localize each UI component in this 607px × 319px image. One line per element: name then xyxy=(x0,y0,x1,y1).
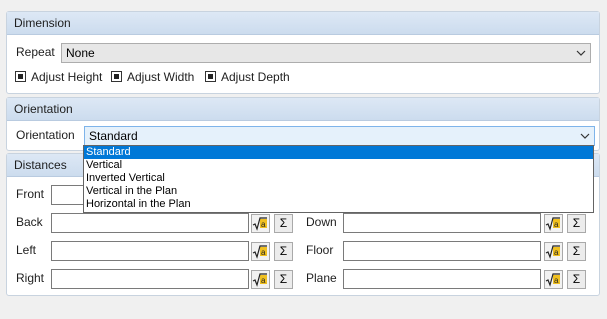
svg-text:a: a xyxy=(554,276,559,285)
orientation-option[interactable]: Vertical in the Plan xyxy=(84,185,593,198)
adjust-width-label: Adjust Width xyxy=(127,70,195,84)
floor-sum-button[interactable]: Σ xyxy=(567,242,586,261)
checkbox-icon xyxy=(205,71,216,82)
formula-sqrt-a-icon: a xyxy=(545,245,560,259)
checkbox-icon xyxy=(111,71,122,82)
down-formula-button[interactable]: a xyxy=(544,214,563,233)
back-formula-button[interactable]: a xyxy=(251,214,270,233)
orientation-dropdown-list: Standard Vertical Inverted Vertical Vert… xyxy=(83,145,594,213)
right-sum-button[interactable]: Σ xyxy=(274,270,293,289)
dimension-panel: Dimension Repeat None Adjust Height Adju… xyxy=(6,11,600,94)
front-label: Front xyxy=(16,187,45,201)
floor-label: Floor xyxy=(306,243,334,257)
svg-text:a: a xyxy=(261,248,266,257)
orientation-header: Orientation xyxy=(7,98,599,121)
orientation-option[interactable]: Standard xyxy=(84,146,593,159)
repeat-value: None xyxy=(66,46,95,60)
orientation-option[interactable]: Inverted Vertical xyxy=(84,172,593,185)
orientation-value: Standard xyxy=(89,129,138,143)
formula-sqrt-a-icon: a xyxy=(545,217,560,231)
plane-formula-button[interactable]: a xyxy=(544,270,563,289)
left-sum-button[interactable]: Σ xyxy=(274,242,293,261)
right-input[interactable] xyxy=(51,269,249,289)
repeat-label: Repeat xyxy=(16,45,55,59)
orientation-select[interactable]: Standard xyxy=(84,126,595,146)
orientation-label: Orientation xyxy=(16,128,75,142)
repeat-select[interactable]: None xyxy=(61,43,591,63)
plane-input[interactable] xyxy=(343,269,541,289)
svg-text:a: a xyxy=(261,276,266,285)
chevron-down-icon xyxy=(576,50,586,56)
down-input[interactable] xyxy=(343,213,541,233)
chevron-down-icon xyxy=(580,133,590,139)
floor-formula-button[interactable]: a xyxy=(544,242,563,261)
left-label: Left xyxy=(16,243,37,257)
svg-text:a: a xyxy=(554,220,559,229)
down-sum-button[interactable]: Σ xyxy=(567,214,586,233)
formula-sqrt-a-icon: a xyxy=(252,245,267,259)
orientation-option[interactable]: Horizontal in the Plan xyxy=(84,198,593,211)
right-formula-button[interactable]: a xyxy=(251,270,270,289)
checkbox-icon xyxy=(15,71,26,82)
plane-sum-button[interactable]: Σ xyxy=(567,270,586,289)
down-label: Down xyxy=(306,215,337,229)
floor-input[interactable] xyxy=(343,241,541,261)
right-label: Right xyxy=(16,271,45,285)
svg-text:a: a xyxy=(261,220,266,229)
left-input[interactable] xyxy=(51,241,249,261)
back-input[interactable] xyxy=(51,213,249,233)
left-formula-button[interactable]: a xyxy=(251,242,270,261)
back-sum-button[interactable]: Σ xyxy=(274,214,293,233)
orientation-option[interactable]: Vertical xyxy=(84,159,593,172)
orientation-panel: Orientation Orientation Standard xyxy=(6,97,600,151)
plane-label: Plane xyxy=(306,271,337,285)
svg-text:a: a xyxy=(554,248,559,257)
formula-sqrt-a-icon: a xyxy=(252,273,267,287)
formula-sqrt-a-icon: a xyxy=(545,273,560,287)
adjust-height-label: Adjust Height xyxy=(31,70,103,84)
adjust-depth-label: Adjust Depth xyxy=(221,70,290,84)
back-label: Back xyxy=(16,215,43,229)
formula-sqrt-a-icon: a xyxy=(252,217,267,231)
dimension-header: Dimension xyxy=(7,12,599,35)
